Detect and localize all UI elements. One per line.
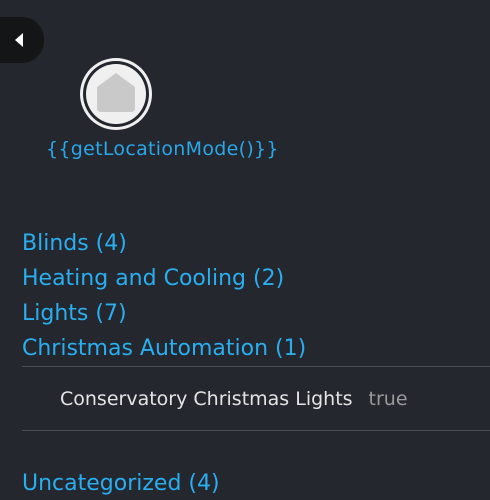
device-state: true [368, 388, 408, 410]
group-link-heating-cooling[interactable]: Heating and Cooling (2) [22, 263, 490, 298]
device-groups: Blinds (4) Heating and Cooling (2) Light… [22, 228, 490, 368]
back-button[interactable] [0, 17, 44, 63]
group-link-blinds[interactable]: Blinds (4) [22, 228, 490, 263]
house-icon-graphic [80, 58, 152, 130]
group-link-uncategorized[interactable]: Uncategorized (4) [22, 468, 220, 500]
group-link-lights[interactable]: Lights (7) [22, 298, 490, 333]
device-name: Conservatory Christmas Lights [60, 388, 353, 410]
divider [22, 366, 490, 367]
house-icon[interactable] [77, 55, 155, 133]
device-row[interactable]: Conservatory Christmas Lights true [60, 386, 408, 412]
back-arrow-icon [15, 33, 23, 47]
location-mode-label: {{getLocationMode()}} [46, 138, 279, 160]
smartapp-dashboard: {{getLocationMode()}} Blinds (4) Heating… [0, 0, 490, 500]
group-link-christmas-automation[interactable]: Christmas Automation (1) [22, 333, 490, 368]
divider [22, 430, 490, 431]
